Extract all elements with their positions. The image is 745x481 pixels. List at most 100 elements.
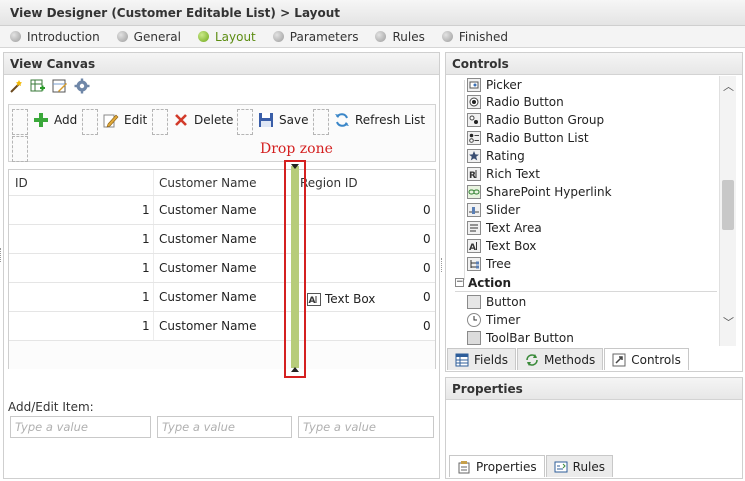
control-item-radio-button[interactable]: Radio Button	[467, 93, 564, 111]
add-edit-item-label: Add/Edit Item:	[8, 400, 94, 414]
tab-fields-label: Fields	[474, 352, 508, 367]
radio-list-icon	[467, 131, 481, 145]
control-item-rating[interactable]: Rating	[467, 147, 525, 165]
control-item-timer[interactable]: Timer	[467, 311, 520, 329]
chevron-up-icon[interactable]: ︿	[723, 78, 734, 94]
control-item-text-area[interactable]: Text Area	[467, 219, 542, 237]
control-item-radio-button-group[interactable]: Radio Button Group	[467, 111, 604, 129]
refresh-list-button[interactable]: Refresh List	[334, 112, 425, 128]
drop-zone-indicator	[291, 166, 299, 368]
arrow-down-icon	[291, 164, 299, 169]
control-item-label: SharePoint Hyperlink	[486, 185, 612, 199]
tab-controls[interactable]: Controls	[604, 348, 689, 370]
empty-grid-row[interactable]	[9, 340, 435, 369]
step-parameters[interactable]: Parameters	[272, 30, 358, 44]
tab-properties[interactable]: Properties	[449, 455, 545, 477]
picker-icon	[467, 78, 481, 92]
control-item-label: Text Box	[486, 239, 537, 253]
control-item-label: Radio Button List	[486, 131, 589, 145]
column-header-id[interactable]: ID	[15, 170, 28, 195]
add-edit-region-id-input[interactable]	[298, 416, 434, 438]
table-row[interactable]: 1 Customer Name 0	[9, 253, 435, 282]
add-table-icon[interactable]	[30, 78, 46, 94]
step-layout[interactable]: Layout	[197, 29, 256, 44]
controls-scrollbar[interactable]: ︿ ﹀	[719, 76, 736, 346]
save-button[interactable]: Save	[258, 112, 308, 128]
control-item-tree[interactable]: Tree	[467, 255, 511, 273]
toolbar-placeholder[interactable]	[237, 109, 253, 135]
control-item-toolbar-button[interactable]: ToolBar Button	[467, 329, 574, 346]
save-button-label: Save	[279, 113, 309, 127]
column-header-customer-name[interactable]: Customer Name	[159, 170, 257, 195]
toolbar-placeholder[interactable]	[82, 109, 98, 135]
tab-fields[interactable]: Fields	[447, 348, 516, 370]
table-row[interactable]: 1 Customer Name A Text Box 0	[9, 282, 435, 311]
toolbar-placeholder[interactable]	[313, 109, 329, 135]
vertical-splitter[interactable]	[441, 258, 444, 272]
step-general[interactable]: General	[116, 30, 181, 44]
svg-text:A: A	[309, 296, 316, 306]
dragged-text-box-control[interactable]: A Text Box	[307, 292, 375, 306]
control-item-label: Rating	[486, 149, 525, 163]
step-rules[interactable]: Rules	[375, 30, 425, 44]
svg-text:R: R	[469, 171, 476, 180]
cell-region-id: 0	[423, 261, 431, 275]
text-box-icon: A	[307, 292, 321, 306]
control-item-rich-text[interactable]: R Rich Text	[467, 165, 540, 183]
refresh-icon	[335, 113, 349, 127]
toolbar-placeholder[interactable]	[12, 136, 28, 162]
column-header-region-id[interactable]: Region ID	[300, 170, 358, 195]
controls-list: Picker Radio Button Radio Button Group R…	[447, 76, 719, 346]
edit-layout-icon[interactable]	[52, 78, 68, 94]
delete-button[interactable]: Delete	[173, 112, 233, 128]
drop-zone[interactable]	[284, 160, 306, 378]
floppy-disk-icon	[259, 113, 273, 127]
toolbar-placeholder[interactable]	[152, 109, 168, 135]
wand-icon[interactable]	[8, 78, 24, 94]
control-item-label: Timer	[486, 313, 521, 327]
cell-customer-name: Customer Name	[159, 319, 257, 333]
gear-icon[interactable]	[74, 78, 90, 94]
control-item-button[interactable]: Button	[467, 293, 526, 311]
add-button[interactable]: Add	[33, 112, 77, 128]
step-dot-icon	[375, 31, 387, 42]
table-row[interactable]: 1 Customer Name 0	[9, 224, 435, 253]
control-item-sharepoint-hyperlink[interactable]: SharePoint Hyperlink	[467, 183, 612, 201]
tab-methods[interactable]: Methods	[516, 348, 604, 370]
add-button-label: Add	[54, 113, 78, 127]
timer-icon	[467, 313, 481, 327]
properties-icon	[458, 460, 470, 473]
fields-icon	[455, 353, 469, 366]
button-icon	[467, 295, 481, 309]
control-item-radio-button-list[interactable]: Radio Button List	[467, 129, 589, 147]
table-row[interactable]: 1 Customer Name 0	[9, 311, 435, 340]
left-splitter[interactable]	[0, 248, 3, 262]
step-finished[interactable]: Finished	[441, 29, 508, 44]
view-canvas-title: View Canvas	[4, 53, 439, 75]
chevron-down-icon[interactable]: ﹀	[723, 314, 734, 330]
collapse-icon[interactable]: −	[455, 278, 464, 287]
cell-id: 1	[142, 203, 150, 217]
plus-icon	[34, 113, 48, 127]
step-introduction[interactable]: Introduction	[10, 30, 100, 44]
tab-rules[interactable]: Rules	[545, 455, 614, 477]
canvas-toolbar	[8, 78, 90, 96]
section-action-label: Action	[468, 275, 512, 290]
edit-button[interactable]: Edit	[103, 112, 147, 128]
scrollbar-thumb[interactable]	[722, 180, 734, 230]
control-item-text-box[interactable]: A Text Box	[467, 237, 536, 255]
add-edit-customer-name-input[interactable]	[157, 416, 292, 438]
step-label: Layout	[214, 29, 256, 44]
step-label: Finished	[458, 29, 508, 44]
toolbar-placeholder[interactable]	[12, 109, 28, 135]
control-item-slider[interactable]: Slider	[467, 201, 520, 219]
controls-icon	[612, 353, 626, 366]
list-grid: ID Customer Name Region ID 1 Customer Na…	[8, 169, 436, 369]
tab-methods-label: Methods	[543, 352, 596, 367]
control-item-picker[interactable]: Picker	[467, 76, 522, 94]
pencil-icon	[103, 114, 119, 128]
table-row[interactable]: 1 Customer Name 0	[9, 195, 435, 224]
add-edit-id-input[interactable]	[10, 416, 151, 438]
section-action-header[interactable]: − Action	[455, 274, 717, 292]
step-label: Introduction	[27, 29, 100, 44]
